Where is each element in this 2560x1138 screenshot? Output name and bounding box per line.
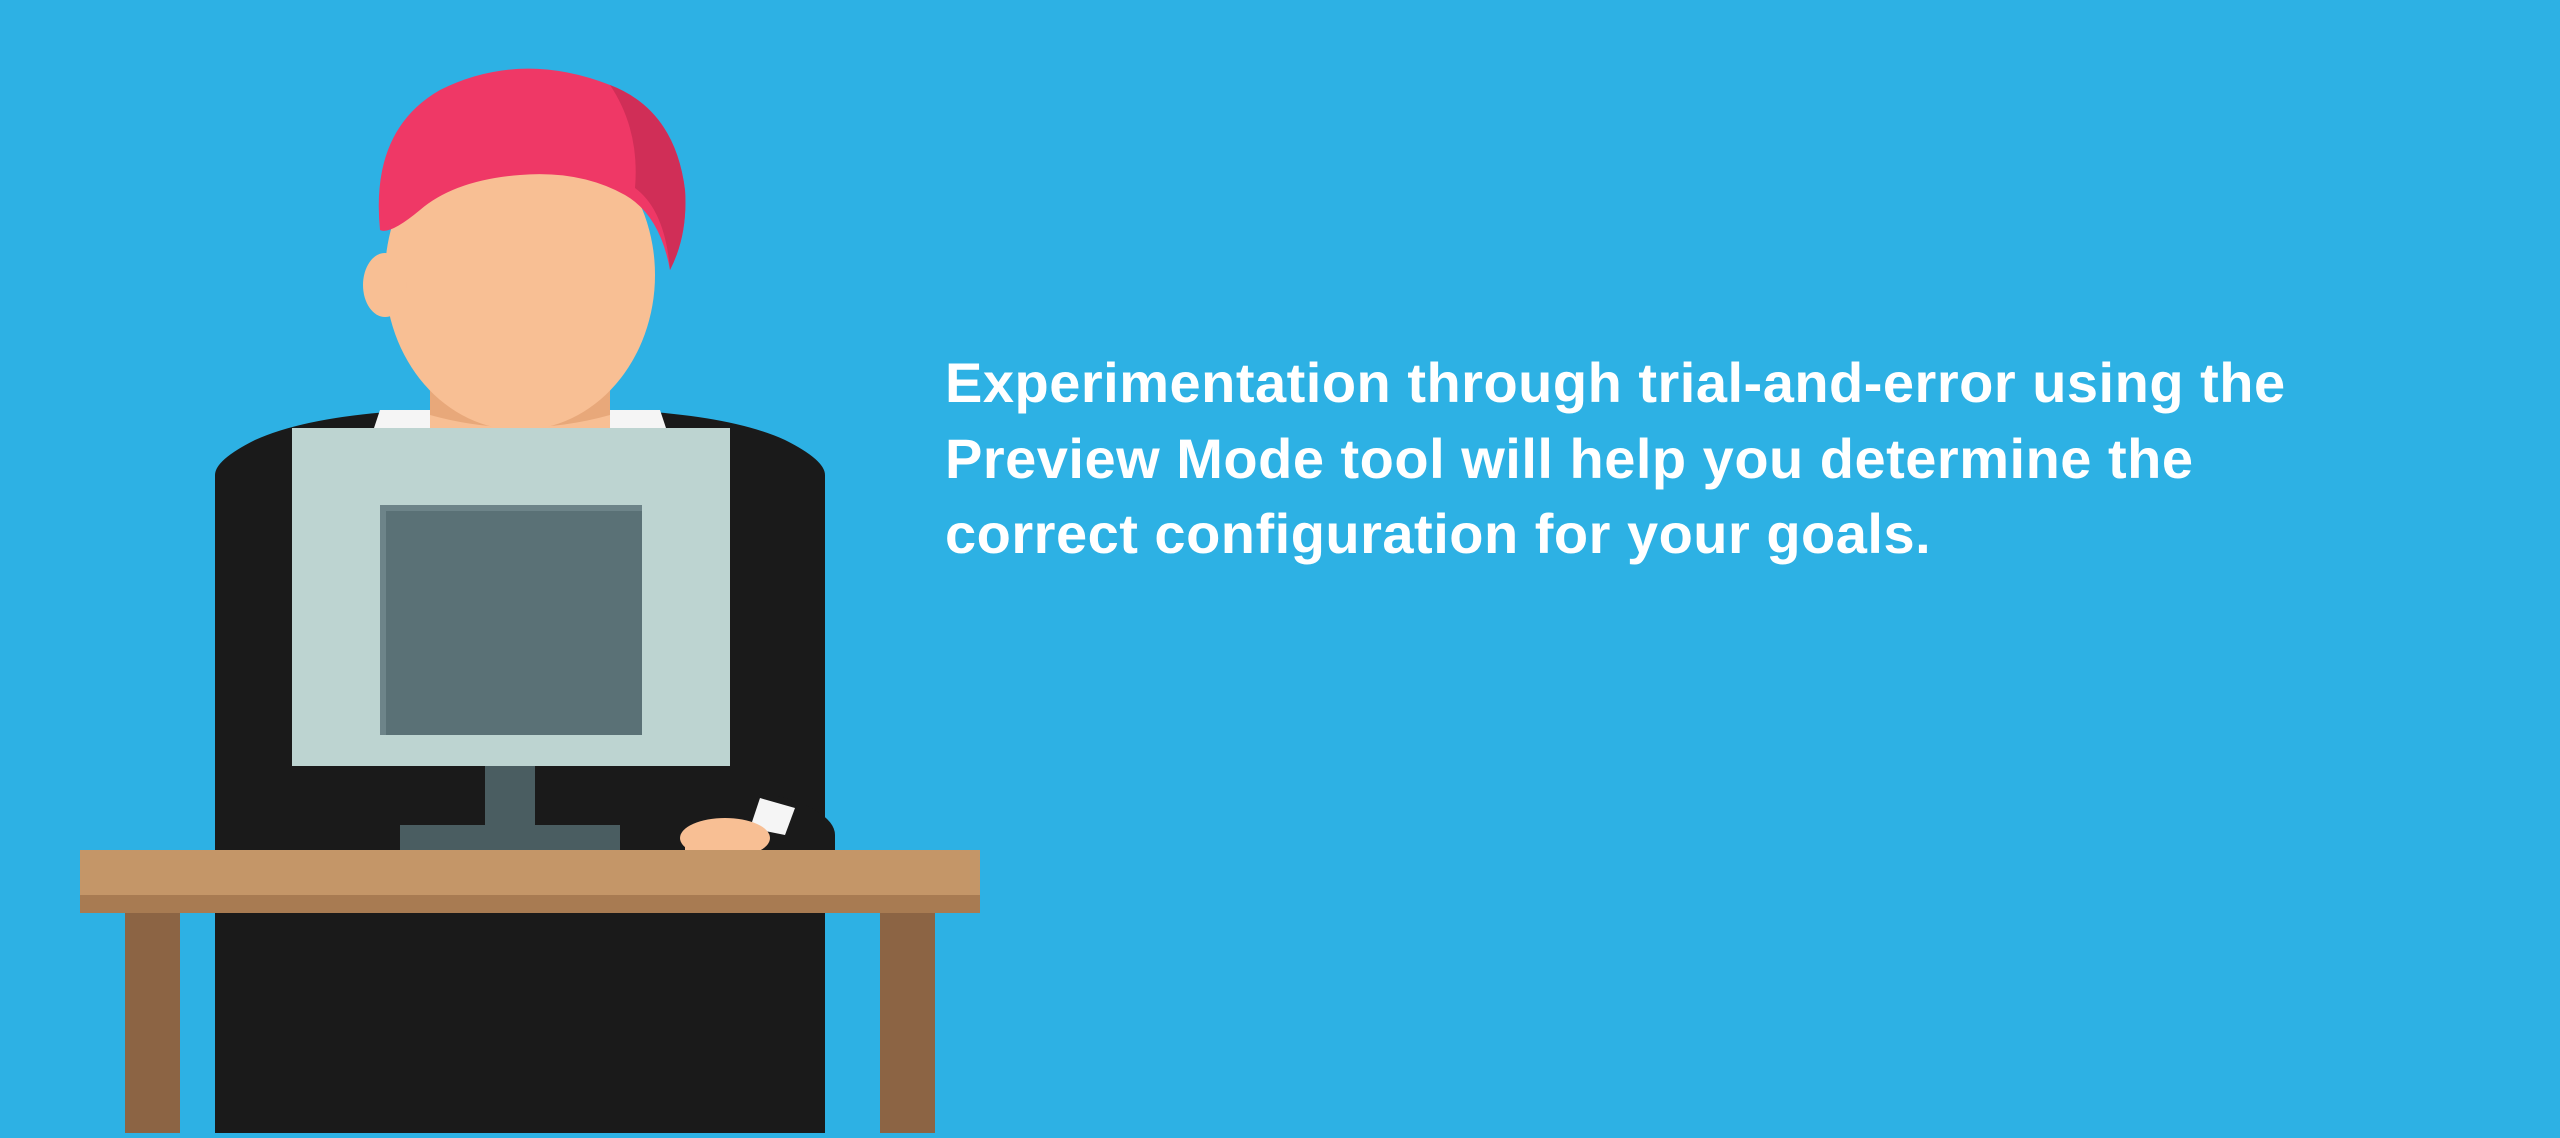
person-at-computer-illustration: [80, 60, 980, 1133]
info-message: Experimentation through trial-and-error …: [945, 345, 2325, 572]
